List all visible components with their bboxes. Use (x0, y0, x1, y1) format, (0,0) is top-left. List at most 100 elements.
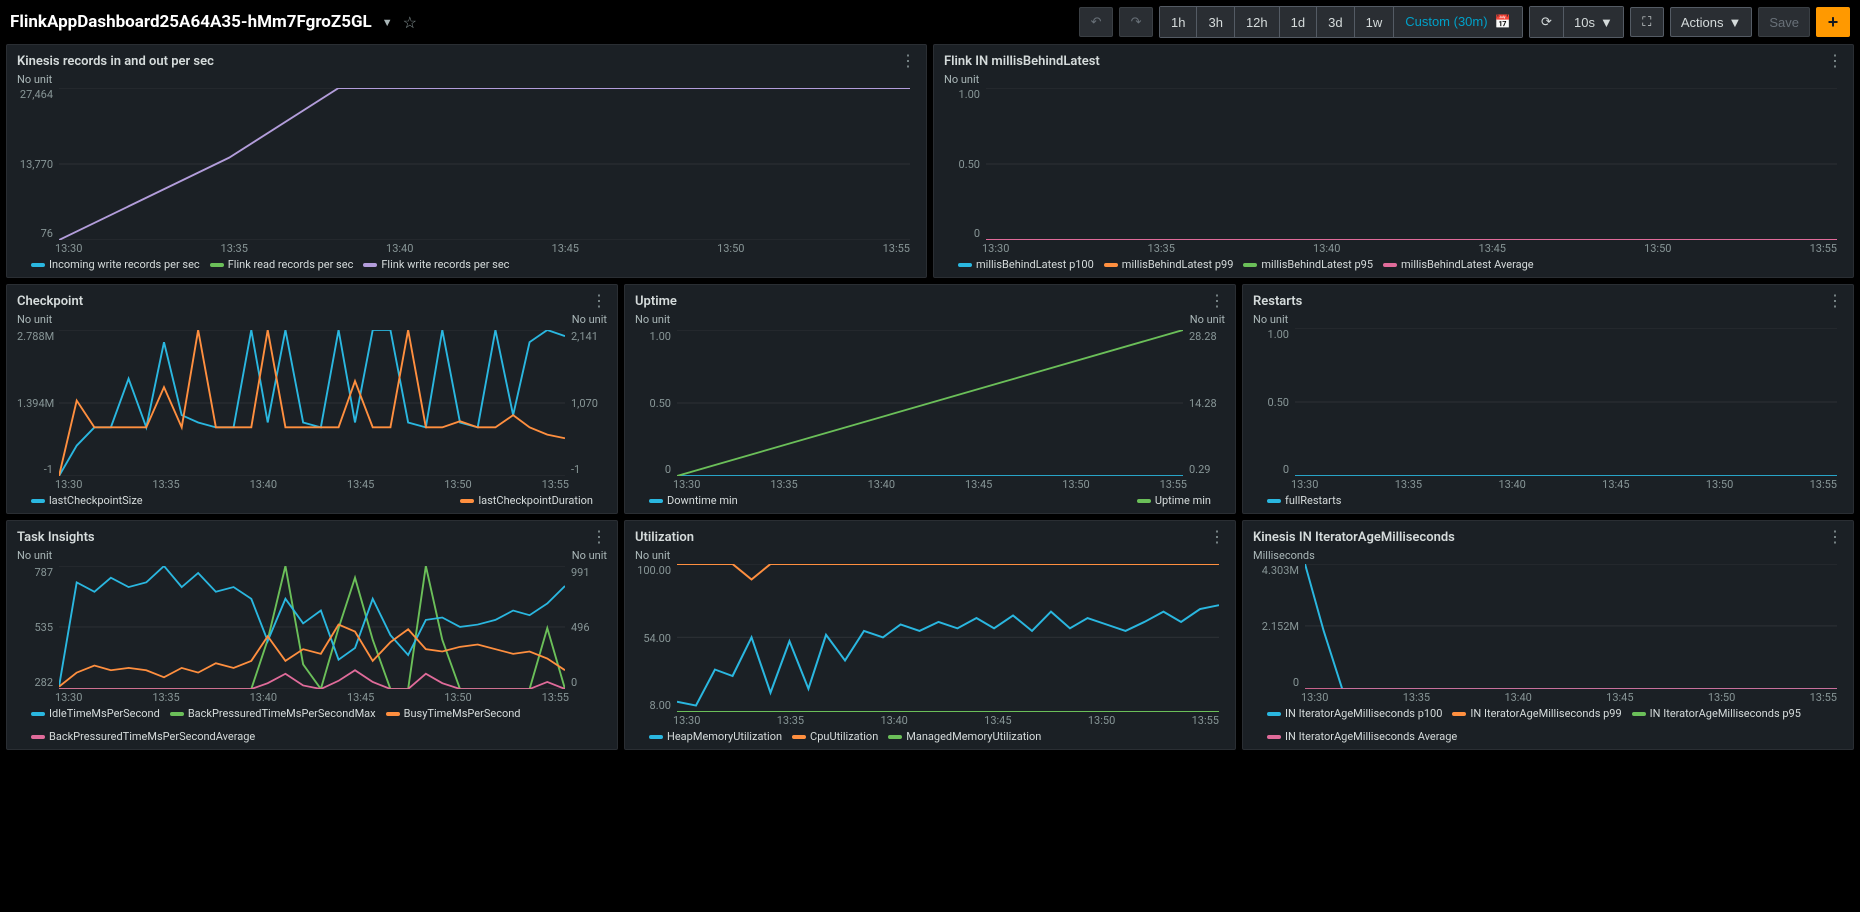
time-1h[interactable]: 1h (1160, 7, 1197, 37)
chart-area: 27,464 13,770 76 (17, 88, 916, 240)
time-3d[interactable]: 3d (1317, 7, 1354, 37)
save-button[interactable]: Save (1758, 7, 1810, 37)
legend-label: lastCheckpointDuration (478, 494, 593, 507)
x-tick: 13:45 (347, 478, 374, 491)
y-axis-label: No unit (635, 549, 1225, 562)
y-tick: 27,464 (17, 88, 53, 101)
y-axis-label-right: No unit (572, 313, 607, 326)
x-ticks: 13:30 13:35 13:40 13:45 13:50 13:55 (17, 478, 607, 491)
time-1w[interactable]: 1w (1355, 7, 1395, 37)
legend-item[interactable]: millisBehindLatest p99 (1104, 258, 1234, 271)
legend-item[interactable]: CpuUtilization (792, 730, 878, 743)
x-tick: 13:30 (55, 691, 82, 704)
legend-item[interactable]: IN IteratorAgeMilliseconds p99 (1452, 707, 1621, 720)
panel-menu-icon[interactable]: ⋮ (1209, 293, 1225, 309)
legend-item[interactable]: BusyTimeMsPerSecond (386, 707, 521, 720)
time-3h[interactable]: 3h (1197, 7, 1234, 37)
panel-menu-icon[interactable]: ⋮ (1827, 529, 1843, 545)
legend-item[interactable]: millisBehindLatest p95 (1243, 258, 1373, 271)
y-axis-label: No unit (944, 73, 1843, 86)
x-tick: 13:35 (1395, 478, 1422, 491)
x-tick: 13:40 (868, 478, 895, 491)
legend-label: BusyTimeMsPerSecond (404, 707, 521, 720)
panel-menu-icon[interactable]: ⋮ (591, 293, 607, 309)
panel-menu-icon[interactable]: ⋮ (1827, 53, 1843, 69)
time-custom-label: Custom (30m) (1405, 14, 1487, 29)
legend-item[interactable]: IN IteratorAgeMilliseconds p95 (1632, 707, 1801, 720)
legend-label: IN IteratorAgeMilliseconds Average (1285, 730, 1457, 743)
x-ticks: 13:30 13:35 13:40 13:45 13:50 13:55 (17, 691, 607, 704)
panel-kinesis-records: Kinesis records in and out per sec ⋮ No … (6, 44, 927, 278)
x-tick: 13:35 (152, 478, 179, 491)
time-1d[interactable]: 1d (1280, 7, 1317, 37)
legend-item[interactable]: BackPressuredTimeMsPerSecondAverage (31, 730, 255, 743)
time-12h[interactable]: 12h (1235, 7, 1280, 37)
legend: Incoming write records per sec Flink rea… (17, 258, 916, 271)
legend-label: millisBehindLatest p95 (1261, 258, 1373, 271)
legend-item[interactable]: millisBehindLatest p100 (958, 258, 1094, 271)
undo-button[interactable]: ↶ (1079, 7, 1113, 37)
y-tick: 0.50 (944, 158, 980, 171)
legend-item[interactable]: lastCheckpointDuration (460, 494, 593, 507)
y-tick: 1,070 (571, 397, 607, 410)
time-range-group: 1h 3h 12h 1d 3d 1w Custom (30m) 📅 (1159, 6, 1523, 38)
panel-menu-icon[interactable]: ⋮ (1209, 529, 1225, 545)
x-tick: 13:40 (1313, 242, 1340, 255)
legend-item[interactable]: Downtime min (649, 494, 738, 507)
legend-label: Flink read records per sec (228, 258, 354, 271)
favorite-star-icon[interactable]: ☆ (403, 13, 417, 32)
legend-item[interactable]: IN IteratorAgeMilliseconds Average (1267, 730, 1457, 743)
x-tick: 13:55 (542, 691, 569, 704)
legend-label: millisBehindLatest Average (1401, 258, 1534, 271)
x-tick: 13:55 (1810, 478, 1837, 491)
y-axis-label-right: No unit (1190, 313, 1225, 326)
y-axis-label-left: No unit (17, 313, 52, 326)
x-tick: 13:30 (55, 478, 82, 491)
legend-item[interactable]: ManagedMemoryUtilization (888, 730, 1041, 743)
title-dropdown-icon[interactable]: ▼ (382, 16, 393, 29)
chart-area: 4.303M 2.152M 0 (1253, 564, 1843, 689)
y-axis-label-left: No unit (17, 549, 52, 562)
panel-title: Uptime (635, 294, 677, 309)
legend-item[interactable]: Incoming write records per sec (31, 258, 200, 271)
x-tick: 13:30 (673, 478, 700, 491)
fullscreen-button[interactable]: ⛶ (1630, 7, 1664, 37)
redo-button[interactable]: ↷ (1119, 7, 1153, 37)
dashboard-title: FlinkAppDashboard25A64A35-hMm7FgroZ5GL (10, 12, 372, 32)
chart-area: 1.00 0.50 0 28.28 14.28 0.29 (635, 330, 1225, 476)
legend-item[interactable]: Uptime min (1137, 494, 1211, 507)
legend-label: IN IteratorAgeMilliseconds p100 (1285, 707, 1442, 720)
panel-menu-icon[interactable]: ⋮ (900, 53, 916, 69)
panel-iterator-age: Kinesis IN IteratorAgeMilliseconds ⋮ Mil… (1242, 520, 1854, 750)
y-tick: 0.50 (635, 397, 671, 410)
legend-label: ManagedMemoryUtilization (906, 730, 1041, 743)
refresh-button[interactable]: ⟳ (1530, 7, 1564, 37)
x-tick: 13:55 (883, 242, 910, 255)
y-tick: -1 (571, 463, 607, 476)
legend-item[interactable]: IN IteratorAgeMilliseconds p100 (1267, 707, 1442, 720)
panel-menu-icon[interactable]: ⋮ (1827, 293, 1843, 309)
legend-item[interactable]: Flink write records per sec (363, 258, 509, 271)
refresh-interval-button[interactable]: 10s ▼ (1564, 7, 1623, 37)
legend-item[interactable]: Flink read records per sec (210, 258, 354, 271)
legend-label: lastCheckpointSize (49, 494, 143, 507)
panel-title: Checkpoint (17, 294, 83, 309)
x-tick: 13:40 (1504, 691, 1531, 704)
y-tick: 787 (17, 566, 53, 579)
panel-menu-icon[interactable]: ⋮ (591, 529, 607, 545)
legend-item[interactable]: fullRestarts (1267, 494, 1341, 507)
x-tick: 13:50 (444, 478, 471, 491)
legend-item[interactable]: BackPressuredTimeMsPerSecondMax (170, 707, 376, 720)
chevron-down-icon: ▼ (1728, 15, 1741, 30)
legend-item[interactable]: HeapMemoryUtilization (649, 730, 782, 743)
legend-item[interactable]: IdleTimeMsPerSecond (31, 707, 160, 720)
actions-button[interactable]: Actions ▼ (1670, 7, 1753, 37)
y-tick: 2.788M (17, 330, 53, 343)
y-tick: 0 (1253, 676, 1299, 689)
legend-item[interactable]: millisBehindLatest Average (1383, 258, 1534, 271)
x-tick: 13:30 (1301, 691, 1328, 704)
time-custom[interactable]: Custom (30m) 📅 (1394, 7, 1522, 37)
legend-item[interactable]: lastCheckpointSize (31, 494, 143, 507)
add-widget-button[interactable]: + (1816, 7, 1850, 37)
x-tick: 13:50 (1706, 478, 1733, 491)
